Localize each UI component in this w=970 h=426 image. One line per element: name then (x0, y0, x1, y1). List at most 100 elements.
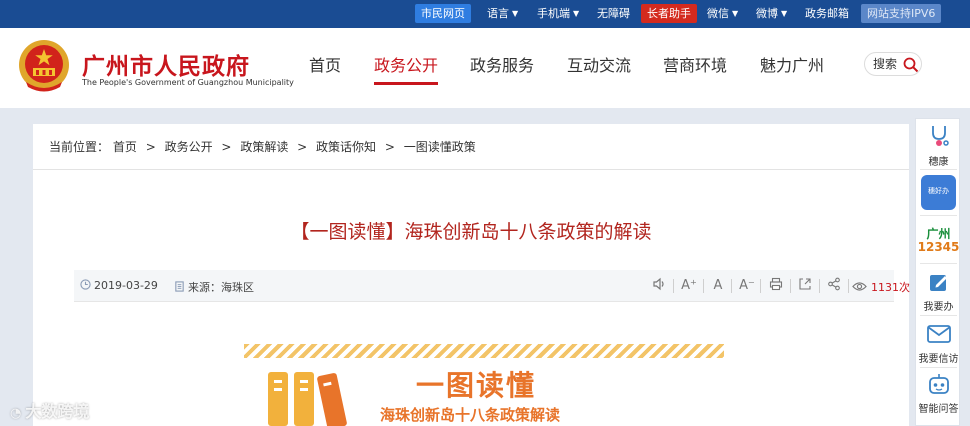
sidebar-item-smart-qa[interactable]: 智能问答 (916, 371, 961, 425)
divider (920, 215, 957, 216)
site-subtitle: The People's Government of Guangzhou Mun… (82, 78, 294, 87)
breadcrumb-separator: > (145, 140, 156, 154)
chevron-down-icon: ▼ (732, 9, 739, 18)
sidebar-item-petition[interactable]: 我要信访 (916, 319, 961, 365)
citizen-web-link[interactable]: 市民网页 (415, 4, 471, 23)
divider (731, 279, 732, 293)
envelope-icon (927, 325, 951, 343)
print-button[interactable] (766, 276, 786, 296)
font-increase-icon: A⁺ (681, 278, 697, 293)
view-count: 1131次 (852, 279, 910, 295)
font-decrease-icon: A⁻ (739, 278, 755, 293)
banner-stripes (244, 344, 724, 358)
sidebar-label: 我要办 (923, 302, 954, 313)
breadcrumb-separator: > (297, 140, 308, 154)
hotline-number-label: 12345 (917, 240, 960, 254)
tab-home[interactable]: 首页 (309, 52, 341, 84)
search-button[interactable]: 搜索 (864, 52, 922, 76)
divider (790, 279, 791, 293)
national-emblem-icon (19, 40, 69, 92)
font-increase-button[interactable]: A⁺ (679, 276, 699, 296)
sidebar-label: 我要信访 (918, 354, 959, 365)
chevron-down-icon: ▼ (573, 9, 580, 18)
sidebar-item-i-want-to-handle[interactable]: 我要办 (916, 267, 961, 313)
breadcrumb-separator: > (384, 140, 395, 154)
share-button[interactable] (824, 276, 844, 296)
read-aloud-button[interactable] (649, 276, 669, 296)
edit-icon (930, 275, 947, 291)
language-label: 语言 (487, 7, 509, 20)
article-source: 来源：海珠区 (174, 279, 254, 295)
watermark-logo-icon: ◔ (10, 406, 22, 421)
wechat-label: 微信 (707, 7, 729, 20)
chevron-down-icon: ▼ (781, 9, 788, 18)
divider (920, 367, 957, 368)
site-header: 广州市人民政府 The People's Government of Guang… (0, 28, 970, 108)
stethoscope-icon (932, 126, 949, 146)
mobile-menu[interactable]: 手机端 ▼ (537, 7, 579, 21)
suihaoban-app-icon: 穗好办 (921, 175, 956, 210)
tab-interaction[interactable]: 互动交流 (567, 52, 631, 84)
article-title: 【一图读懂】海珠创新岛十八条政策的解读 (290, 221, 652, 243)
robot-icon (929, 374, 949, 394)
chevron-down-icon: ▼ (512, 9, 519, 18)
breadcrumb-home[interactable]: 首页 (113, 140, 137, 154)
breadcrumb-policy-talk[interactable]: 政策话你知 (316, 140, 376, 154)
breadcrumb-current[interactable]: 一图读懂政策 (404, 140, 476, 154)
export-icon (799, 278, 811, 290)
accessibility-link[interactable]: 无障碍 (597, 7, 630, 21)
article-container: 当前位置： 首页 > 政务公开 > 政策解读 > 政策话你知 > 一图读懂政策 … (33, 124, 910, 426)
publish-date: 2019-03-29 (80, 279, 158, 292)
save-button[interactable] (795, 276, 815, 296)
divider (848, 279, 849, 293)
font-decrease-button[interactable]: A⁻ (737, 276, 757, 296)
tab-gov-services[interactable]: 政务服务 (470, 52, 534, 84)
gov-mail-link[interactable]: 政务邮箱 (805, 7, 849, 21)
eye-icon (852, 282, 867, 291)
elder-assistant-button[interactable]: 长者助手 (641, 4, 697, 23)
search-icon (903, 57, 919, 73)
wechat-menu[interactable]: 微信 ▼ (707, 7, 738, 21)
divider (920, 315, 957, 316)
source-label: 来源： (188, 281, 221, 294)
sidebar-label: 智能问答 (918, 404, 959, 415)
font-reset-icon: A (713, 278, 723, 293)
breadcrumb-gov-affairs[interactable]: 政务公开 (165, 140, 213, 154)
divider (819, 279, 820, 293)
sidebar-item-12345-hotline[interactable]: 广州 12345 (916, 219, 961, 259)
breadcrumb: 当前位置： 首页 > 政务公开 > 政策解读 > 政策话你知 > 一图读懂政策 (33, 124, 909, 170)
top-utility-bar: 市民网页 语言 ▼ 手机端 ▼ 无障碍 长者助手 微信 ▼ 微博 ▼ 政务邮箱 网站支持… (0, 0, 970, 28)
view-count-text: 1131次 (871, 281, 910, 294)
tab-gov-affairs[interactable]: 政务公开 (374, 52, 439, 85)
publish-date-text: 2019-03-29 (94, 279, 158, 292)
font-reset-button[interactable]: A (708, 276, 728, 296)
breadcrumb-policy-interpretation[interactable]: 政策解读 (240, 140, 288, 154)
divider (920, 169, 957, 170)
weibo-menu[interactable]: 微博 ▼ (756, 7, 787, 21)
document-icon (175, 281, 184, 292)
weibo-label: 微博 (756, 7, 778, 20)
share-icon (828, 277, 840, 291)
tab-business-environment[interactable]: 营商环境 (663, 52, 727, 84)
books-icon (268, 372, 347, 426)
mobile-label: 手机端 (537, 7, 570, 20)
speaker-icon (653, 277, 664, 291)
clock-icon (80, 279, 91, 290)
divider (920, 263, 957, 264)
tab-charm-guangzhou[interactable]: 魅力广州 (760, 52, 824, 84)
breadcrumb-prefix: 当前位置： (49, 140, 110, 154)
sidebar-item-suikang[interactable]: 穗康 (916, 121, 961, 168)
search-label: 搜索 (873, 57, 898, 71)
divider (760, 279, 761, 293)
divider (673, 279, 674, 293)
breadcrumb-separator: > (221, 140, 232, 154)
floating-sidebar: 穗康 穗好办 广州 12345 我要办 我要信访 智能问答 (915, 118, 960, 426)
printer-icon (769, 277, 783, 291)
suihaoban-label: 穗好办 (928, 187, 949, 195)
banner-heading: 一图读懂 (416, 369, 537, 402)
divider (703, 279, 704, 293)
sidebar-item-suihaoban[interactable]: 穗好办 (916, 173, 961, 211)
ipv6-badge: 网站支持IPV6 (861, 4, 942, 23)
sidebar-label: 穗康 (928, 157, 949, 168)
language-menu[interactable]: 语言 ▼ (487, 7, 518, 21)
